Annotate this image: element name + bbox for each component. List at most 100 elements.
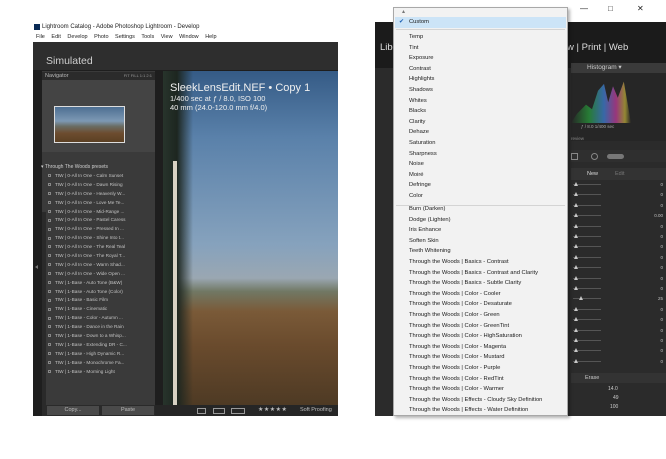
- slider-knob-icon[interactable]: [574, 182, 578, 186]
- menu-photo[interactable]: Photo: [94, 34, 108, 40]
- slider-track[interactable]: [573, 298, 601, 300]
- menu-item[interactable]: Through the Woods | Color - Mustard: [409, 352, 504, 363]
- menu-item[interactable]: Highlights: [409, 74, 434, 85]
- slider-knob-icon[interactable]: [574, 244, 578, 249]
- menu-item[interactable]: Through the Woods | Color - Green: [409, 310, 500, 321]
- preset-item[interactable]: TtW | 0-All In One - Dawn Rising: [39, 181, 146, 190]
- adjustment-slider[interactable]: 0: [571, 357, 666, 366]
- maximize-icon[interactable]: □: [608, 4, 613, 13]
- copy-button[interactable]: Copy...: [47, 406, 99, 415]
- menu-item[interactable]: Through the Woods | Basics - Contrast an…: [409, 268, 538, 279]
- paste-button[interactable]: Paste: [102, 406, 154, 415]
- adjustment-slider[interactable]: 0.00: [571, 211, 666, 220]
- slider-knob-icon[interactable]: [574, 265, 578, 270]
- adjustment-slider[interactable]: 0: [571, 201, 666, 210]
- preset-item[interactable]: TtW | 0-All In One - Shine Into t...: [39, 234, 146, 243]
- menu-item[interactable]: Through the Woods | Color - Purple: [409, 363, 500, 374]
- menu-item-custom[interactable]: ✔ Custom: [395, 17, 566, 28]
- preset-item[interactable]: TtW | 1-Base - Auto Tone (B&W): [39, 279, 146, 288]
- main-photo[interactable]: [163, 71, 338, 405]
- preset-item[interactable]: TtW | 0-All In One - Love Me Te...: [39, 199, 146, 208]
- menu-item[interactable]: Moiré: [409, 170, 424, 181]
- navigator-thumbnail[interactable]: [54, 106, 125, 143]
- adjustment-slider[interactable]: 0: [571, 242, 666, 251]
- menu-item[interactable]: Sharpness: [409, 149, 437, 160]
- preset-item[interactable]: TtW | 0-All In One - Calm Sunset: [39, 172, 146, 181]
- preset-item[interactable]: TtW | 0-All In One - The Real Teal: [39, 243, 146, 252]
- slider-knob-icon[interactable]: [574, 234, 578, 238]
- preset-item[interactable]: TtW | 0-All In One - The Royal T...: [39, 252, 146, 261]
- menu-item[interactable]: Whites: [409, 96, 427, 107]
- preset-item[interactable]: TtW | 1-Base - Color - Autumn ...: [39, 314, 146, 323]
- preset-item[interactable]: TtW | 0-All In One - Pressed In ...: [39, 225, 146, 234]
- menu-item[interactable]: Through the Woods | Color - Cooler: [409, 289, 501, 300]
- preset-item[interactable]: TtW | 1-Base - Monochrome Fa...: [39, 359, 146, 368]
- menu-item[interactable]: Through the Woods | Effects - Water Defi…: [409, 405, 528, 415]
- menu-item[interactable]: Blacks: [409, 106, 426, 117]
- preset-item[interactable]: TtW | 0-All In One - Pastel Caress: [39, 216, 146, 225]
- left-panel-scrollbar[interactable]: [42, 212, 46, 412]
- collapse-left-arrow-icon[interactable]: [35, 265, 38, 269]
- loupe-view-icon[interactable]: [197, 408, 206, 414]
- preset-item[interactable]: TtW | 0-All In One - Warm Shad...: [39, 261, 146, 270]
- menu-item[interactable]: Clarity: [409, 117, 425, 128]
- menu-item[interactable]: Contrast: [409, 64, 431, 75]
- adjustment-slider[interactable]: 0: [571, 180, 666, 189]
- menu-item[interactable]: Dodge (Lighten): [409, 215, 451, 226]
- preset-item[interactable]: TtW | 1-Base - Extending DR - C...: [39, 341, 146, 350]
- menu-file[interactable]: File: [36, 34, 45, 40]
- adjustment-slider[interactable]: 0: [571, 346, 666, 355]
- menu-help[interactable]: Help: [205, 34, 216, 40]
- menu-item[interactable]: Shadows: [409, 85, 433, 96]
- preset-item[interactable]: TtW | 1-Base - Cinematic: [39, 305, 146, 314]
- adjustment-slider[interactable]: 0: [571, 315, 666, 324]
- slider-knob-icon[interactable]: [574, 338, 578, 342]
- scroll-up-arrow-icon[interactable]: ▴: [402, 8, 405, 15]
- menu-item[interactable]: Saturation: [409, 138, 435, 149]
- navigator-zoom-options[interactable]: FIT FILL 1:1 2:1: [124, 72, 152, 80]
- preset-item[interactable]: TtW | 1-Base - Down to a Whisp...: [39, 332, 146, 341]
- compare-view-icon[interactable]: [231, 408, 245, 414]
- menu-item[interactable]: Through the Woods | Color - GreenTint: [409, 321, 509, 332]
- menu-develop[interactable]: Develop: [67, 34, 87, 40]
- adjustment-slider[interactable]: 0: [571, 263, 666, 272]
- mask-edit-button[interactable]: Edit: [615, 168, 624, 180]
- adjustment-slider[interactable]: 0: [571, 253, 666, 262]
- histogram-header[interactable]: Histogram ▾: [571, 63, 666, 73]
- mask-new-button[interactable]: New: [587, 168, 598, 180]
- mask-toggle-icon[interactable]: [607, 154, 624, 159]
- crop-tool-icon[interactable]: [571, 153, 578, 160]
- slider-knob-icon[interactable]: [574, 327, 578, 332]
- slider-knob-icon[interactable]: [574, 358, 578, 363]
- menu-item[interactable]: Soften Skin: [409, 236, 439, 247]
- menu-item[interactable]: Exposure: [409, 53, 434, 64]
- slider-knob-icon[interactable]: [574, 286, 578, 290]
- menu-item[interactable]: Tint: [409, 43, 418, 54]
- preset-item[interactable]: TtW | 1-Base - Auto Tone (Color): [39, 288, 146, 297]
- preset-item[interactable]: TtW | 0-All In One - Heavenly W...: [39, 190, 146, 199]
- adjustment-slider[interactable]: 0: [571, 232, 666, 241]
- slider-knob-icon[interactable]: [574, 192, 578, 197]
- preset-item[interactable]: TtW | 1-Base - Basic Film: [39, 296, 146, 305]
- preset-item[interactable]: TtW | 1-Base - Dance in the Rain: [39, 323, 146, 332]
- slider-knob-icon[interactable]: [579, 296, 583, 301]
- menu-window[interactable]: Window: [179, 34, 199, 40]
- menu-item[interactable]: Temp: [409, 32, 423, 43]
- menu-view[interactable]: View: [161, 34, 173, 40]
- adjustment-slider[interactable]: 0: [571, 326, 666, 335]
- adjustment-slider[interactable]: 0: [571, 284, 666, 293]
- minimize-icon[interactable]: —: [580, 4, 588, 13]
- adjustment-slider[interactable]: 0: [571, 305, 666, 314]
- module-library[interactable]: Lib: [380, 42, 393, 53]
- adjustment-slider[interactable]: 0: [571, 222, 666, 231]
- adjustment-slider[interactable]: 25: [571, 294, 666, 303]
- menu-item[interactable]: Defringe: [409, 180, 431, 191]
- menu-tools[interactable]: Tools: [141, 34, 154, 40]
- adjustment-slider[interactable]: 0: [571, 274, 666, 283]
- menu-item[interactable]: Iris Enhance: [409, 225, 441, 236]
- menu-item[interactable]: Burn (Darken): [409, 204, 445, 215]
- erase-label[interactable]: Erase: [585, 373, 599, 383]
- slider-knob-icon[interactable]: [574, 306, 578, 311]
- menu-item[interactable]: Through the Woods | Effects - Cloudy Sky…: [409, 395, 542, 406]
- menu-item[interactable]: Through the Woods | Color - Warmer: [409, 384, 504, 395]
